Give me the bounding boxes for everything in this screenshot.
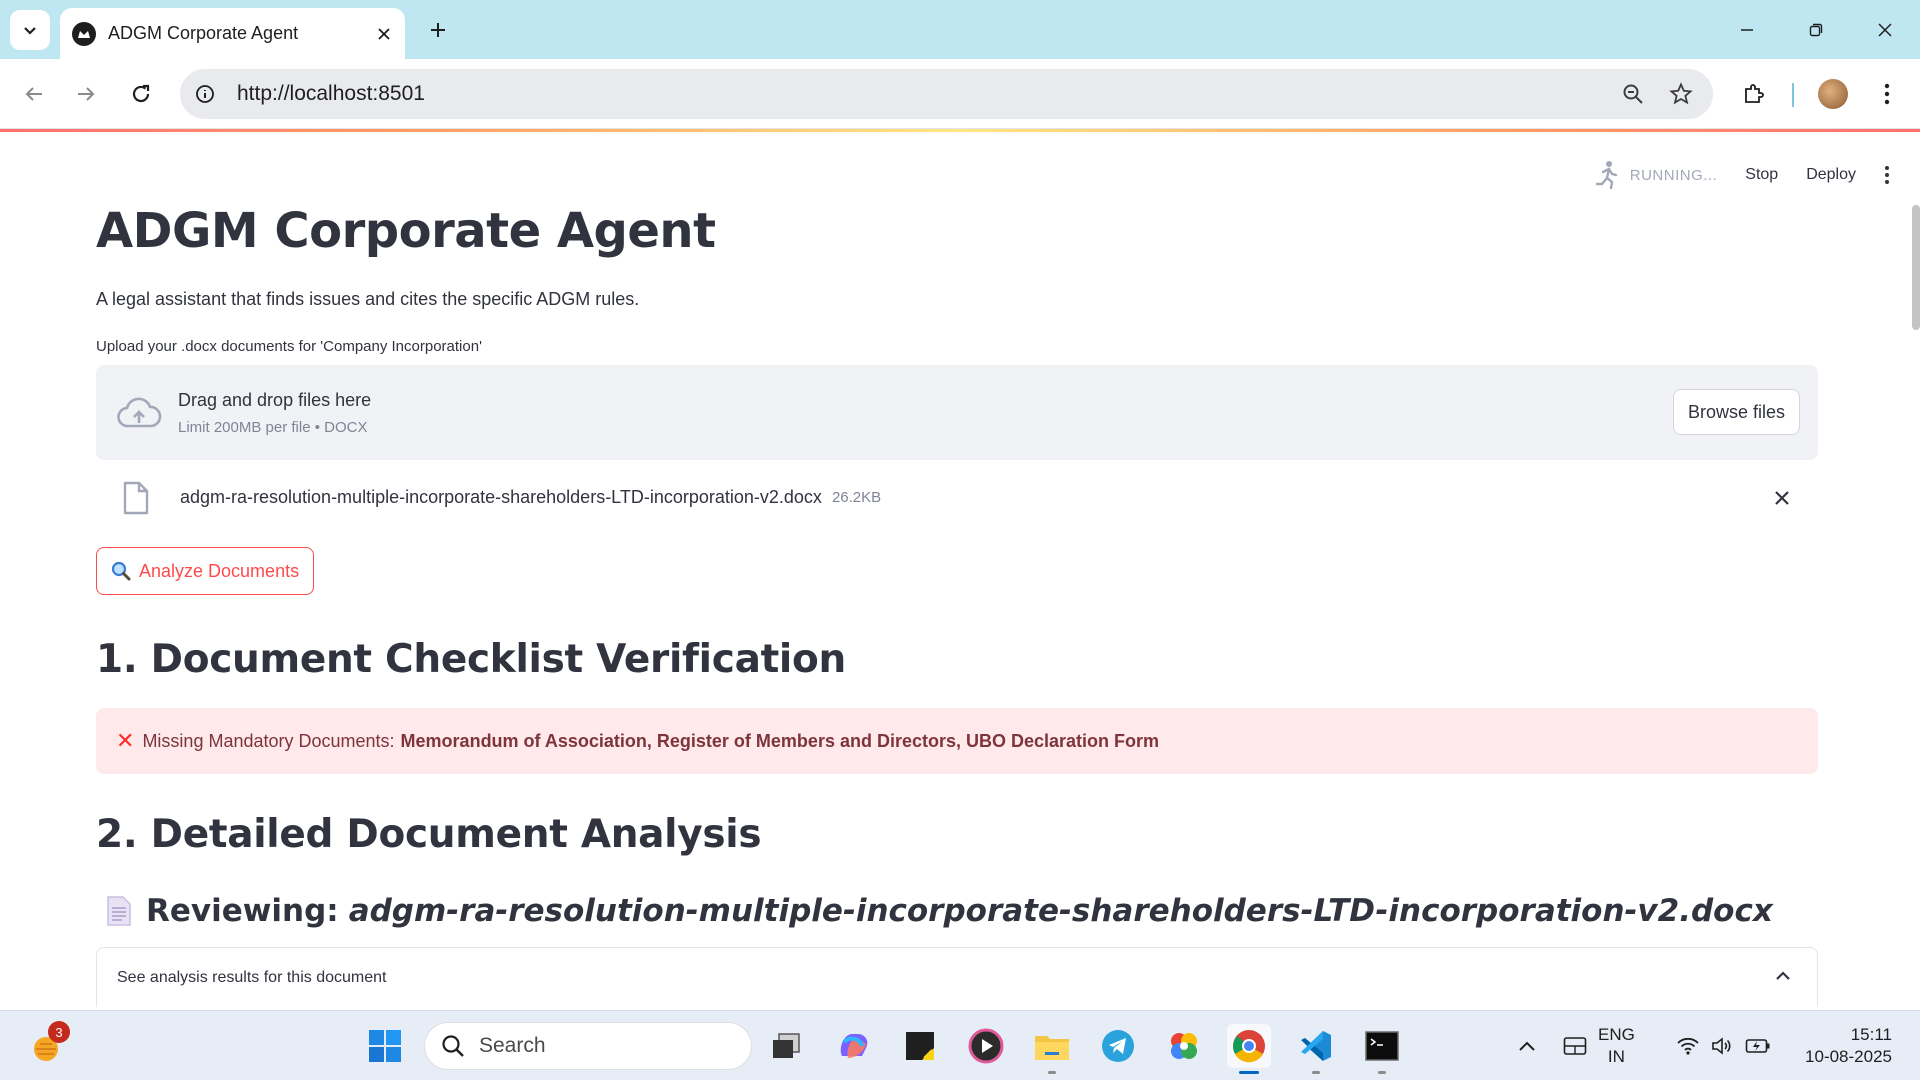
taskbar-search-box[interactable]: Search xyxy=(424,1022,752,1070)
region-code: IN xyxy=(1607,1047,1625,1066)
profile-avatar[interactable] xyxy=(1818,79,1848,109)
file-icon xyxy=(123,481,149,514)
file-dropzone[interactable]: Drag and drop files here Limit 200MB per… xyxy=(96,365,1818,460)
touch-keyboard-icon[interactable] xyxy=(1556,1011,1594,1080)
streamlit-decoration-bar xyxy=(0,129,1920,132)
page-caption: A legal assistant that finds issues and … xyxy=(96,289,640,309)
dropzone-limit: Limit 200MB per file • DOCX xyxy=(178,418,368,436)
uploaded-file-row: adgm-ra-resolution-multiple-incorporate-… xyxy=(96,460,1818,535)
page-scrollbar[interactable] xyxy=(1912,205,1920,330)
tab-title: ADGM Corporate Agent xyxy=(108,23,299,43)
back-arrow-icon[interactable] xyxy=(14,74,54,114)
file-explorer-icon[interactable] xyxy=(1030,1024,1074,1074)
windows-taskbar: 3 Search ENG IN 15:11 10-08-2025 xyxy=(0,1010,1920,1080)
telegram-icon[interactable] xyxy=(1096,1024,1140,1068)
media-player-icon[interactable] xyxy=(964,1024,1008,1068)
forward-arrow-icon[interactable] xyxy=(66,74,106,114)
running-man-icon xyxy=(1595,161,1617,190)
site-info-icon[interactable] xyxy=(187,76,223,112)
show-hidden-icons-chevron-up-icon[interactable] xyxy=(1510,1011,1544,1080)
wifi-icon[interactable] xyxy=(1672,1011,1704,1080)
zoom-icon[interactable] xyxy=(1613,74,1653,114)
reviewing-heading: Reviewing: adgm-ra-resolution-multiple-i… xyxy=(96,893,1818,929)
url-text[interactable]: http://localhost:8501 xyxy=(237,82,1613,106)
extensions-puzzle-icon[interactable] xyxy=(1734,74,1774,114)
photos-icon[interactable] xyxy=(1162,1024,1206,1068)
section-checklist-title: 1. Document Checklist Verification xyxy=(96,637,846,682)
reload-icon[interactable] xyxy=(121,74,161,114)
minimize-icon[interactable] xyxy=(1724,10,1770,50)
copilot-icon[interactable] xyxy=(832,1024,876,1068)
missing-documents-alert: ✕ Missing Mandatory Documents: Memorandu… xyxy=(96,708,1818,774)
vscode-icon[interactable] xyxy=(1294,1024,1338,1074)
browser-toolbar: http://localhost:8501 xyxy=(0,59,1920,129)
uploader-label: Upload your .docx documents for 'Company… xyxy=(96,338,482,355)
browser-tab-active[interactable]: ADGM Corporate Agent xyxy=(60,8,405,59)
start-windows-icon[interactable] xyxy=(363,1024,407,1068)
reviewing-label: Reviewing: xyxy=(146,893,339,929)
uploaded-file-size: 26.2KB xyxy=(831,489,882,506)
tab-close-icon[interactable] xyxy=(369,19,399,49)
input-language-indicator[interactable]: ENG IN xyxy=(1598,1024,1635,1068)
deploy-button[interactable]: Deploy xyxy=(1806,166,1856,184)
cross-mark-icon: ✕ xyxy=(116,728,135,753)
task-view-icon[interactable] xyxy=(764,1024,808,1068)
notification-badge: 3 xyxy=(48,1021,70,1043)
language-code: ENG xyxy=(1598,1025,1635,1044)
analyze-documents-label: Analyze Documents xyxy=(139,560,300,581)
dropzone-instructions: Drag and drop files here xyxy=(178,389,372,410)
chevron-up-icon xyxy=(1776,971,1790,980)
running-status: RUNNING... xyxy=(1629,166,1718,184)
magnifier-icon xyxy=(111,561,131,581)
toolbar-divider xyxy=(1792,83,1794,107)
chevron-down-icon xyxy=(24,27,36,35)
clock-date: 10-08-2025 xyxy=(1805,1047,1892,1066)
alert-prefix: Missing Mandatory Documents: xyxy=(142,730,395,751)
expander-label: See analysis results for this document xyxy=(117,968,387,986)
volume-icon[interactable] xyxy=(1706,1011,1738,1080)
main-menu-kebab-icon[interactable] xyxy=(1884,165,1890,185)
browse-files-button[interactable]: Browse files xyxy=(1672,389,1800,435)
analysis-results-expander[interactable]: See analysis results for this document xyxy=(96,947,1818,1007)
new-tab-plus-icon[interactable] xyxy=(420,12,456,48)
address-bar[interactable]: http://localhost:8501 xyxy=(180,69,1713,119)
page-document-icon xyxy=(107,896,131,926)
analyze-documents-button[interactable]: Analyze Documents xyxy=(96,547,315,595)
search-icon xyxy=(442,1035,464,1057)
remove-file-close-icon[interactable] xyxy=(1764,480,1800,516)
chrome-menu-icon[interactable] xyxy=(1867,74,1907,114)
browser-tabstrip: ADGM Corporate Agent xyxy=(0,0,1920,59)
streamlit-toolbar: RUNNING... Stop Deploy xyxy=(1594,160,1890,190)
missing-documents-list: Memorandum of Association, Register of M… xyxy=(400,730,1160,751)
sticky-notes-icon[interactable] xyxy=(898,1024,942,1068)
clock-time: 15:11 xyxy=(1850,1025,1892,1044)
uploaded-file-name: adgm-ra-resolution-multiple-incorporate-… xyxy=(180,487,822,507)
streamlit-favicon-icon xyxy=(72,21,96,46)
restore-icon[interactable] xyxy=(1793,10,1839,50)
stop-button[interactable]: Stop xyxy=(1745,166,1778,184)
section-analysis-title: 2. Detailed Document Analysis xyxy=(96,812,762,857)
taskbar-search-label: Search xyxy=(479,1034,546,1057)
chrome-icon[interactable] xyxy=(1227,1024,1271,1074)
terminal-icon[interactable] xyxy=(1360,1024,1404,1074)
battery-charging-icon[interactable] xyxy=(1740,1011,1776,1080)
close-window-icon[interactable] xyxy=(1862,10,1908,50)
system-clock[interactable]: 15:11 10-08-2025 xyxy=(1792,1024,1892,1068)
reviewing-file-name: adgm-ra-resolution-multiple-incorporate-… xyxy=(348,893,1773,929)
cloud-upload-icon xyxy=(116,390,162,436)
page-title: ADGM Corporate Agent xyxy=(96,203,716,259)
bookmark-star-icon[interactable] xyxy=(1661,74,1701,114)
main-content: ADGM Corporate Agent A legal assistant t… xyxy=(96,195,1818,1007)
tab-search-button[interactable] xyxy=(10,10,50,50)
